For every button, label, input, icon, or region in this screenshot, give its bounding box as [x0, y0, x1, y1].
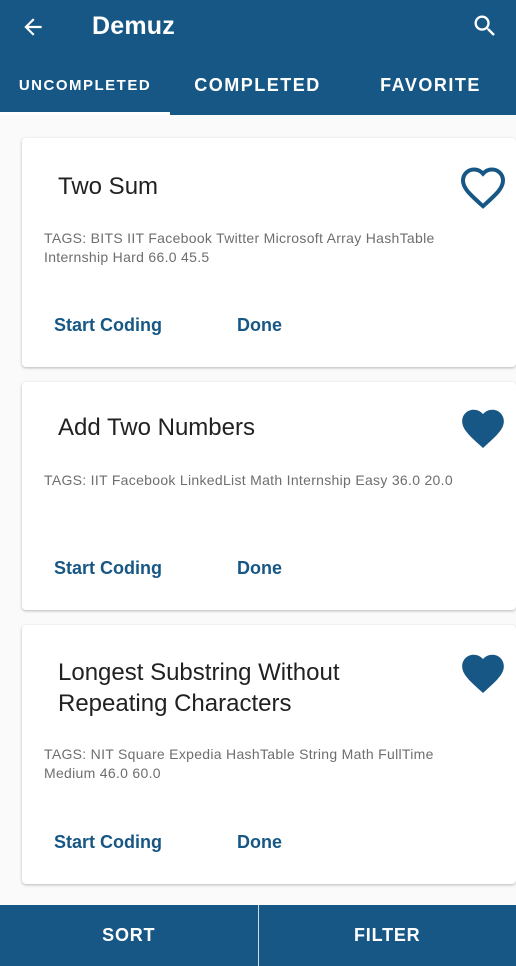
arrow-back-icon: [24, 18, 42, 36]
tab-completed[interactable]: COMPLETED: [170, 56, 345, 115]
bottom-action-bar: SORT FILTER: [0, 905, 516, 966]
search-button[interactable]: [468, 9, 502, 43]
tab-uncompleted-label: UNCOMPLETED: [18, 77, 152, 94]
problem-tags: TAGS: BITS IIT Facebook Twitter Microsof…: [44, 230, 435, 265]
heart-filled-icon: [462, 409, 504, 448]
toolbar: Demuz: [0, 0, 516, 56]
done-button[interactable]: Done: [237, 832, 282, 853]
favorite-button[interactable]: [458, 164, 508, 210]
search-icon: [474, 15, 495, 36]
problem-tags: TAGS: NIT Square Expedia HashTable Strin…: [44, 746, 434, 781]
favorite-button[interactable]: [458, 650, 508, 696]
done-button[interactable]: Done: [237, 315, 282, 336]
start-coding-button[interactable]: Start Coding: [54, 832, 162, 853]
app-bar: Demuz UNCOMPLETED COMPLETED FAVORITE: [0, 0, 516, 115]
tab-bar: UNCOMPLETED COMPLETED FAVORITE: [0, 56, 516, 115]
problem-card: Two Sum TAGS: BITS IIT Facebook Twitter …: [22, 138, 516, 367]
problem-tags: TAGS: IIT Facebook LinkedList Math Inter…: [44, 472, 453, 488]
start-coding-button[interactable]: Start Coding: [54, 315, 162, 336]
problem-title: Add Two Numbers: [58, 414, 255, 441]
problem-list[interactable]: Two Sum TAGS: BITS IIT Facebook Twitter …: [0, 115, 516, 905]
done-button[interactable]: Done: [237, 558, 282, 579]
problem-card: Add Two Numbers TAGS: IIT Facebook Linke…: [22, 382, 516, 610]
tab-favorite[interactable]: FAVORITE: [345, 56, 516, 115]
app-title: Demuz: [92, 12, 175, 40]
start-coding-button[interactable]: Start Coding: [54, 558, 162, 579]
tab-completed-label: COMPLETED: [194, 75, 321, 95]
favorite-button[interactable]: [458, 405, 508, 451]
problem-title: Longest Substring Without Repeating Char…: [58, 659, 340, 717]
filter-button[interactable]: FILTER: [259, 905, 516, 966]
problem-card: Longest Substring Without Repeating Char…: [22, 625, 516, 884]
back-button[interactable]: [14, 10, 52, 44]
problem-title: Two Sum: [58, 173, 159, 200]
heart-filled-icon: [462, 654, 504, 693]
heart-outline-icon: [460, 167, 506, 209]
tab-uncompleted[interactable]: UNCOMPLETED: [0, 56, 170, 115]
tab-favorite-label: FAVORITE: [380, 75, 481, 95]
sort-button[interactable]: SORT: [0, 905, 258, 966]
